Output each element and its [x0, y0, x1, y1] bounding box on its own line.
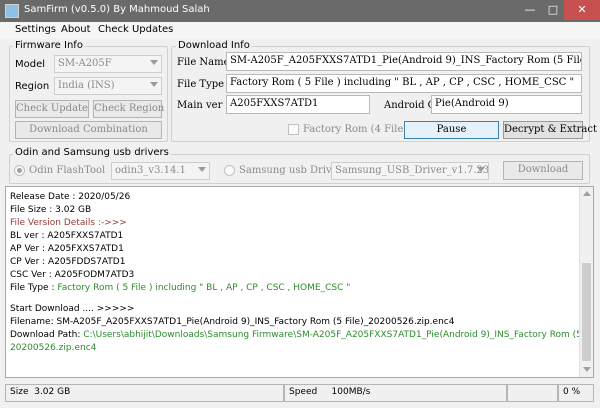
main-ver-field[interactable]: A205FXXS7ATD1 [226, 95, 370, 114]
factory-rom-label: Factory Rom (4 File) [303, 124, 408, 135]
log-csc-ver: CSC Ver : A205FODM7ATD3 [10, 270, 135, 280]
menu-about[interactable]: About [61, 24, 91, 35]
window-title: SamFirm (v0.5.0) By Mahmoud Salah [24, 4, 210, 15]
check-region-button[interactable]: Check Region [93, 100, 164, 118]
log-version-details: File Version Details :->>> [10, 218, 127, 228]
download-progress-bar [507, 384, 558, 402]
log-scrollbar[interactable] [579, 187, 593, 377]
chevron-down-icon [150, 82, 158, 87]
android-os-field[interactable]: Pie(Android 9) [431, 95, 582, 114]
odin-radio[interactable] [14, 165, 25, 176]
title-bar: SamFirm (v0.5.0) By Mahmoud Salah — □ ✕ [0, 0, 600, 22]
log-download-path: Download Path: C:\Users\abhijit\Download… [10, 330, 594, 340]
status-speed: Speed 100MB/s [284, 384, 507, 402]
chevron-down-icon [477, 167, 485, 172]
factory-rom-checkbox[interactable] [288, 124, 299, 135]
region-value: India (INS) [58, 80, 115, 91]
samsung-usb-radio[interactable] [224, 165, 235, 176]
status-progress-text: 0 % [558, 384, 594, 402]
log-download-path-cont: 20200526.zip.enc4 [10, 343, 97, 353]
download-info-legend: Download Info [176, 40, 252, 51]
log-cp-ver: CP Ver : A205FDDS7ATD1 [10, 257, 126, 267]
model-value: SM-A205F [58, 58, 112, 69]
status-size-label: Size [10, 387, 29, 397]
drivers-download-button[interactable]: Download [503, 161, 583, 180]
file-name-field[interactable]: SM-A205F_A205FXXS7ATD1_Pie(Android 9)_IN… [226, 52, 582, 71]
main-ver-label: Main ver [177, 100, 223, 111]
maximize-icon[interactable]: □ [542, 0, 564, 20]
status-size: Size 3.02 GB [5, 384, 284, 402]
status-speed-label: Speed [289, 387, 318, 397]
pause-button[interactable]: Pause [404, 121, 499, 139]
scroll-thumb[interactable] [582, 263, 591, 361]
menu-settings[interactable]: Settings [15, 24, 56, 35]
download-combination-button[interactable]: Download Combination [15, 121, 162, 139]
log-start-download: Start Download .... >>>>> [10, 304, 135, 314]
scroll-down-icon[interactable] [583, 367, 591, 372]
log-output[interactable]: Release Date : 2020/05/26 File Size : 3.… [5, 186, 594, 378]
minimize-icon[interactable]: — [518, 0, 542, 20]
log-file-size: File Size : 3.02 GB [10, 205, 92, 215]
odin-label: Odin FlashTool [29, 165, 106, 176]
region-select[interactable]: India (INS) [54, 77, 162, 95]
chevron-down-icon [150, 60, 158, 65]
firmware-info-legend: Firmware Info [13, 40, 85, 51]
check-update-button[interactable]: Check Update [15, 100, 89, 118]
log-filename: Filename: SM-A205F_A205FXXS7ATD1_Pie(And… [10, 317, 455, 327]
samsung-usb-value: Samsung_USB_Driver_v1.7.23 [335, 165, 489, 176]
log-ap-ver: AP Ver : A205FXXS7ATD1 [10, 244, 124, 254]
log-file-type: File Type : Factory Rom ( 5 File ) inclu… [10, 283, 351, 293]
chevron-down-icon [198, 167, 206, 172]
file-type-label: File Type [177, 79, 225, 90]
log-bl-ver: BL ver : A205FXXS7ATD1 [10, 231, 124, 241]
scroll-up-icon[interactable] [583, 191, 591, 196]
decrypt-extract-button[interactable]: Decrypt & Extract [503, 121, 597, 139]
log-release-date: Release Date : 2020/05/26 [10, 192, 131, 202]
file-name-label: File Name [177, 57, 230, 68]
samsung-usb-select[interactable]: Samsung_USB_Driver_v1.7.23 [331, 162, 489, 180]
model-label: Model [15, 59, 46, 70]
odin-select[interactable]: odin3_v3.14.1 [111, 162, 210, 180]
drivers-legend: Odin and Samsung usb drivers [13, 147, 171, 158]
close-icon[interactable]: ✕ [564, 0, 600, 20]
file-type-field[interactable]: Factory Rom ( 5 File ) including " BL , … [226, 74, 582, 93]
status-speed-value: 100MB/s [331, 387, 371, 397]
menu-bar: Settings About Check Updates [0, 22, 600, 39]
odin-value: odin3_v3.14.1 [115, 165, 186, 176]
menu-check-updates[interactable]: Check Updates [98, 24, 173, 35]
model-select[interactable]: SM-A205F [54, 55, 162, 73]
app-icon [5, 4, 19, 18]
region-label: Region [15, 81, 50, 92]
status-size-value: 3.02 GB [34, 387, 71, 397]
